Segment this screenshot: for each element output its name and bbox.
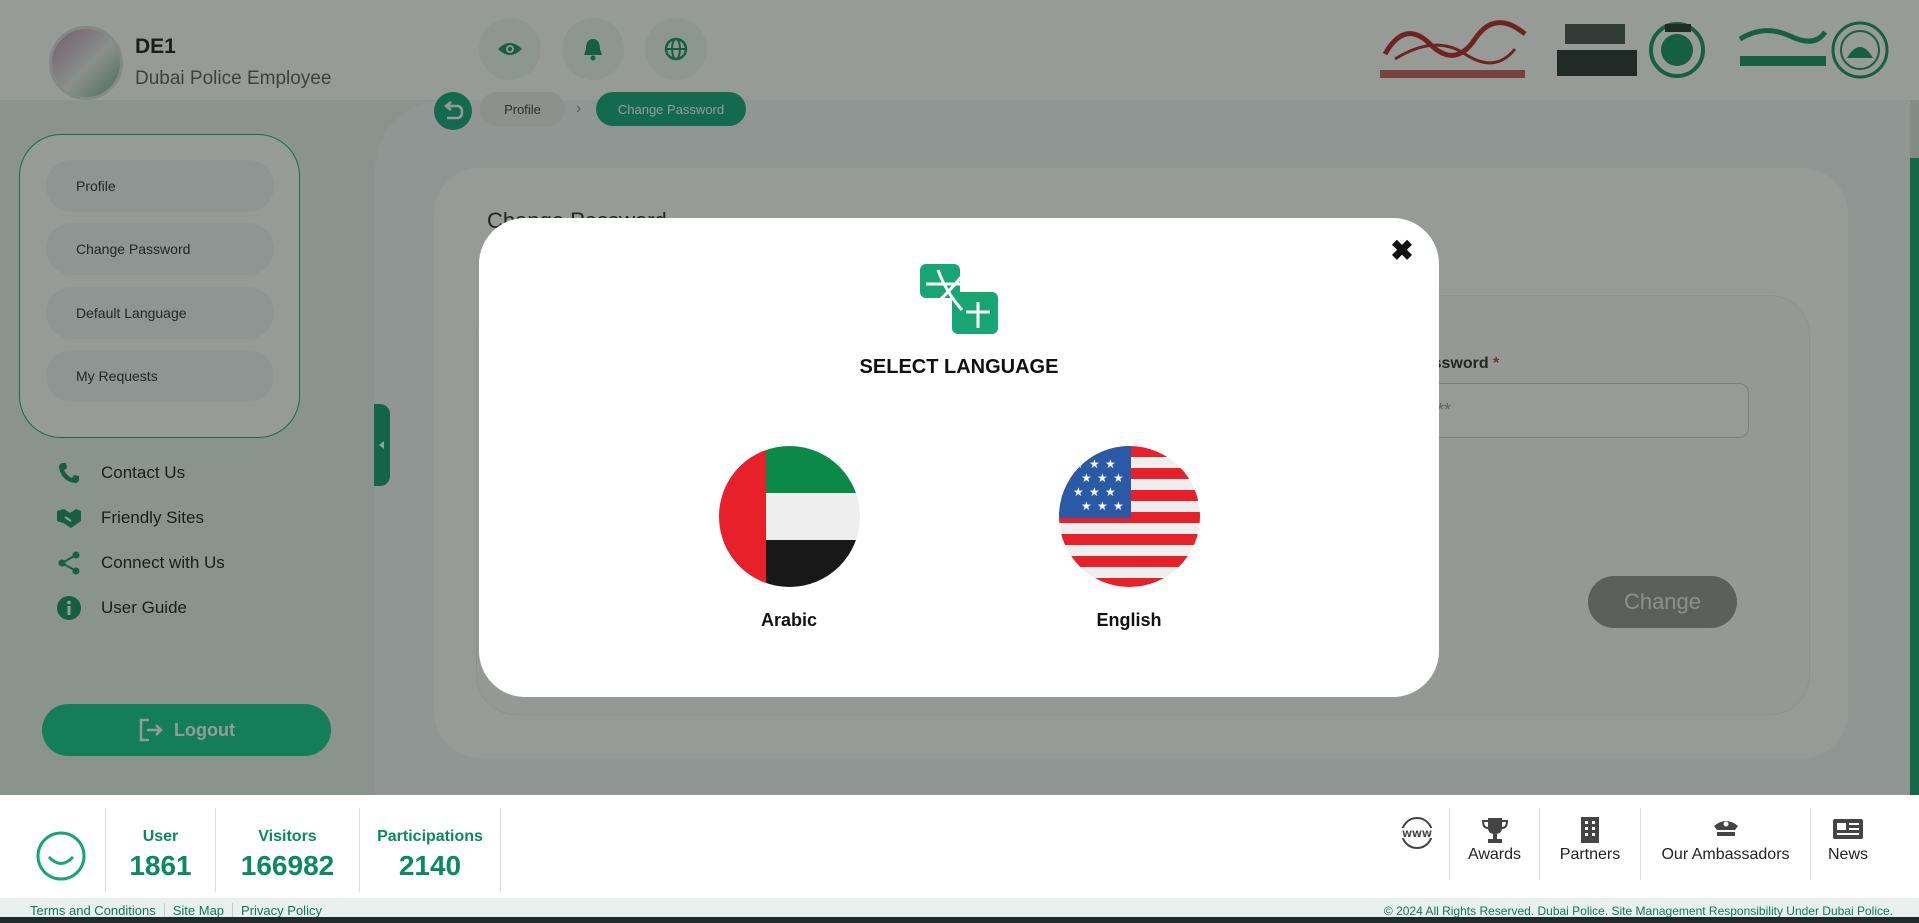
language-icon bbox=[920, 264, 998, 334]
svg-text:★: ★ bbox=[1089, 457, 1100, 471]
close-icon[interactable]: ✖ bbox=[1388, 235, 1416, 266]
our-ambassadors-label: Our Ambassadors bbox=[1661, 846, 1790, 863]
stat-users-value: 1861 bbox=[129, 850, 192, 881]
partners-link[interactable]: Partners bbox=[1539, 808, 1640, 880]
svg-text:★: ★ bbox=[1105, 485, 1116, 499]
svg-text:★: ★ bbox=[1105, 457, 1116, 471]
svg-text:★: ★ bbox=[1081, 471, 1092, 485]
arabic-flag-button[interactable] bbox=[719, 446, 860, 587]
stat-users-label: User bbox=[142, 828, 179, 845]
svg-text:★: ★ bbox=[1089, 485, 1100, 499]
stat-users: User 1861 bbox=[105, 808, 215, 892]
english-option-label[interactable]: English bbox=[1029, 610, 1229, 631]
svg-text:★: ★ bbox=[1113, 471, 1124, 485]
uae-flag-icon bbox=[719, 446, 860, 587]
stat-visitors: Visitors 166982 bbox=[215, 808, 359, 892]
our-ambassadors-link[interactable]: Our Ambassadors bbox=[1640, 808, 1810, 880]
awards-link[interactable]: Awards bbox=[1449, 808, 1539, 880]
svg-text:★: ★ bbox=[1073, 485, 1084, 499]
english-flag-button[interactable]: ★★★ ★★★ ★★★ ★★★ bbox=[1059, 446, 1200, 587]
ambassador-cap-icon bbox=[1713, 821, 1738, 836]
modal-title: SELECT LANGUAGE bbox=[859, 356, 1059, 378]
privacy-policy-link[interactable]: Privacy Policy bbox=[233, 903, 330, 918]
stat-participations-value: 2140 bbox=[398, 850, 462, 881]
newspaper-icon bbox=[1833, 819, 1863, 839]
arabic-option-label[interactable]: Arabic bbox=[689, 610, 889, 631]
terms-link[interactable]: Terms and Conditions bbox=[22, 903, 165, 918]
www-link[interactable]: WWW bbox=[1385, 808, 1449, 880]
taskbar-strip bbox=[0, 917, 1919, 923]
stat-participations-label: Participations bbox=[377, 828, 483, 845]
svg-text:★: ★ bbox=[1113, 499, 1124, 513]
stat-visitors-value: 166982 bbox=[240, 850, 335, 881]
partners-label: Partners bbox=[1559, 846, 1621, 863]
smiley-feedback-icon[interactable] bbox=[35, 830, 87, 882]
svg-text:★: ★ bbox=[1081, 499, 1092, 513]
us-flag-icon: ★★★ ★★★ ★★★ ★★★ bbox=[1059, 446, 1200, 587]
stat-visitors-label: Visitors bbox=[258, 828, 317, 845]
stat-participations: Participations 2140 bbox=[359, 808, 501, 892]
building-icon bbox=[1581, 817, 1599, 843]
awards-label: Awards bbox=[1467, 846, 1522, 863]
svg-text:★: ★ bbox=[1097, 471, 1108, 485]
www-globe-icon: WWW bbox=[1400, 817, 1434, 849]
svg-text:★: ★ bbox=[1097, 499, 1108, 513]
trophy-icon bbox=[1481, 818, 1508, 843]
site-map-link[interactable]: Site Map bbox=[165, 903, 234, 918]
news-label: News bbox=[1827, 846, 1868, 863]
news-link[interactable]: News bbox=[1810, 808, 1885, 880]
svg-text:WWW: WWW bbox=[1402, 830, 1432, 840]
